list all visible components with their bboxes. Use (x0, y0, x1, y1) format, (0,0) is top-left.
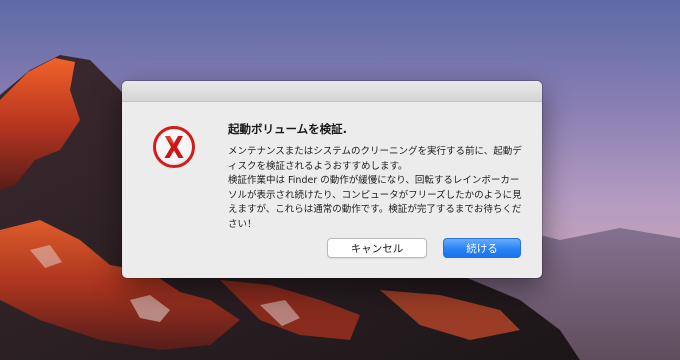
dialog-paragraph: メンテナンスまたはシステムのクリーニングを実行する前に、起動ディスクを検証される… (228, 146, 522, 172)
verify-startup-dialog: 起動ボリュームを検証. メンテナンスまたはシステムのクリーニングを実行する前に、… (122, 81, 542, 278)
dialog-titlebar (122, 81, 542, 102)
dialog-message: メンテナンスまたはシステムのクリーニングを実行する前に、起動ディスクを検証される… (228, 145, 528, 232)
desktop: 起動ボリュームを検証. メンテナンスまたはシステムのクリーニングを実行する前に、… (0, 0, 680, 360)
continue-button[interactable]: 続ける (443, 238, 521, 258)
dialog-heading: 起動ボリュームを検証. (228, 122, 348, 136)
cancel-button[interactable]: キャンセル (327, 238, 427, 258)
dialog-paragraph: 検証作業中は Finder の動作が緩慢になり、回転するレインボーカーソルが表示… (228, 175, 522, 230)
onyx-x-icon (153, 126, 195, 168)
